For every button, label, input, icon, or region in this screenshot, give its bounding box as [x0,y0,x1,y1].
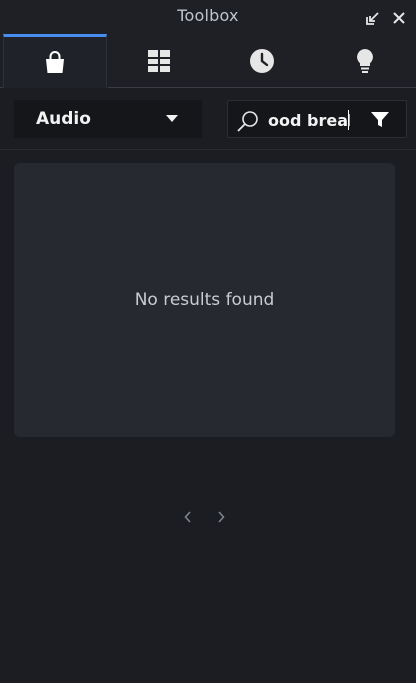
tab-inventory[interactable] [107,34,211,88]
tab-marketplace[interactable] [3,34,107,88]
chevron-left-icon [184,511,191,523]
caret-down-icon [166,115,178,122]
filter-icon [371,112,389,127]
lightbulb-icon [357,49,373,73]
dock-icon [366,12,379,25]
filter-button[interactable] [370,110,390,130]
category-dropdown-label: Audio [36,109,91,129]
shopping-bag-icon [46,50,64,73]
results-panel: No results found [14,163,395,437]
toolbox-window: Toolbox Audio ood break No results found [0,0,416,683]
clock-icon [250,49,274,73]
tab-recent[interactable] [210,34,314,88]
search-icon [237,111,258,132]
search-input[interactable] [268,107,350,133]
chevron-right-icon [218,511,225,523]
tab-creations[interactable] [313,34,416,88]
grid-icon [148,50,170,72]
close-icon [393,12,405,24]
title-bar: Toolbox [0,0,416,34]
window-title: Toolbox [177,6,239,25]
tab-bar [0,34,416,88]
text-cursor [348,110,349,130]
category-dropdown[interactable]: Audio [14,100,202,138]
dock-button[interactable] [363,8,383,28]
close-button[interactable] [389,8,409,28]
no-results-message: No results found [134,290,275,310]
next-page-button[interactable] [213,508,229,526]
pager [0,508,416,528]
search-box [227,100,407,138]
previous-page-button[interactable] [180,508,196,526]
controls-bar: Audio [0,88,416,150]
